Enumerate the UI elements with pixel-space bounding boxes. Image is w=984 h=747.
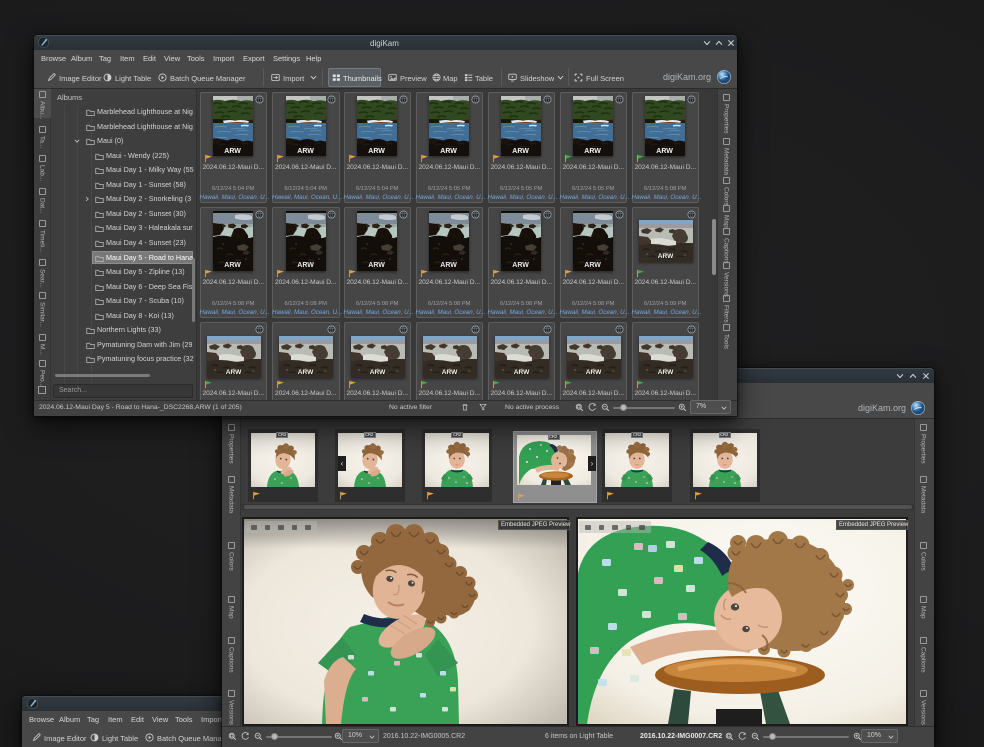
svg-text:ARW: ARW xyxy=(585,369,601,376)
svg-text:ARW: ARW xyxy=(298,369,314,376)
svg-text:ARW: ARW xyxy=(297,148,314,155)
svg-text:ARW: ARW xyxy=(656,148,673,155)
svg-text:ARW: ARW xyxy=(224,262,241,269)
svg-text:ARW: ARW xyxy=(369,369,385,376)
svg-text:ARW: ARW xyxy=(657,253,673,260)
svg-text:ARW: ARW xyxy=(368,262,385,269)
svg-text:ARW: ARW xyxy=(225,369,241,376)
svg-text:ARW: ARW xyxy=(440,148,457,155)
svg-text:ARW: ARW xyxy=(368,148,385,155)
svg-text:ARW: ARW xyxy=(512,262,529,269)
svg-text:ARW: ARW xyxy=(584,262,601,269)
svg-text:ARW: ARW xyxy=(584,148,601,155)
svg-text:ARW: ARW xyxy=(297,262,314,269)
svg-text:ARW: ARW xyxy=(441,369,457,376)
svg-text:ARW: ARW xyxy=(513,369,529,376)
svg-text:ARW: ARW xyxy=(512,148,529,155)
svg-text:ARW: ARW xyxy=(657,369,673,376)
svg-text:ARW: ARW xyxy=(440,262,457,269)
svg-text:ARW: ARW xyxy=(224,148,241,155)
